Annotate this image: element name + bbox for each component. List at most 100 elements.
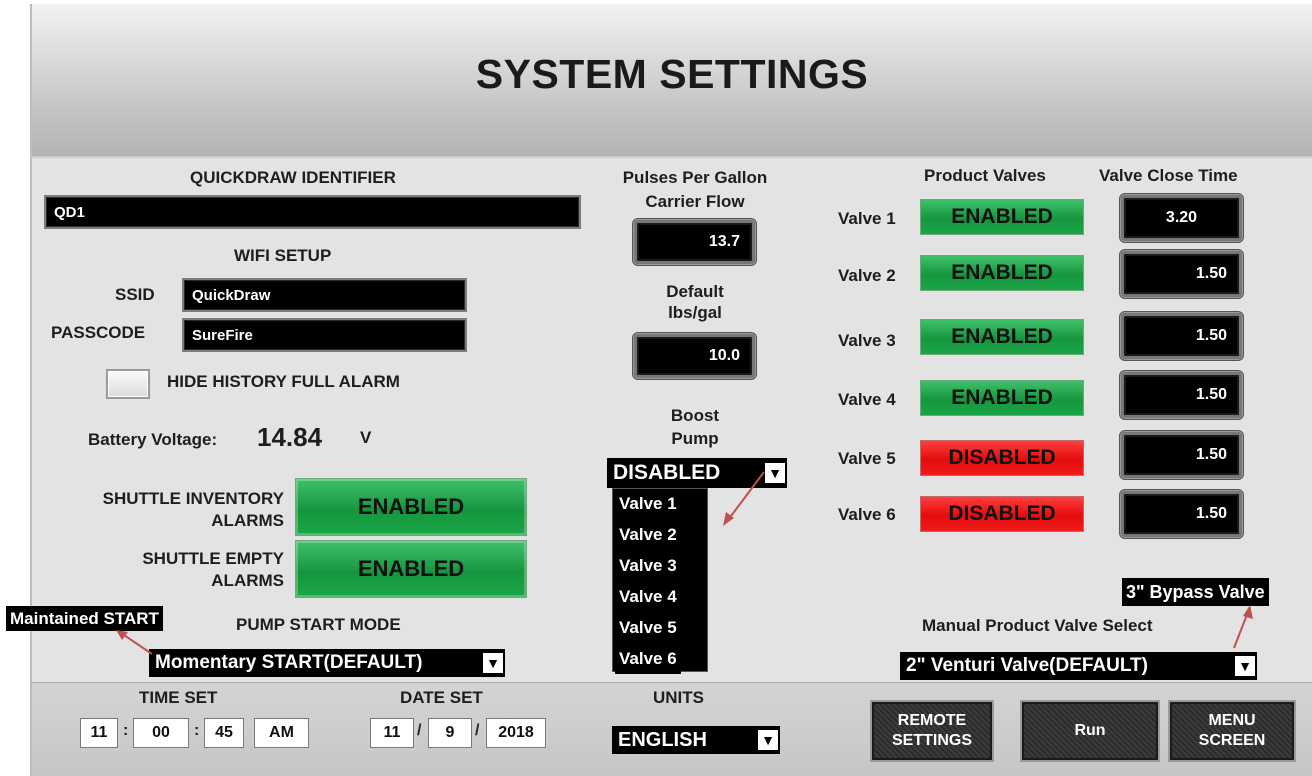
hmi-screen: SYSTEM SETTINGS QUICKDRAW IDENTIFIER QD1… (0, 0, 1312, 776)
manual-valve-label: Manual Product Valve Select (922, 616, 1153, 635)
boost-pump-selected: DISABLED (613, 461, 721, 484)
wifi-setup-label: WIFI SETUP (234, 246, 332, 265)
boost-pump-option[interactable]: Valve 1 (615, 489, 681, 519)
valve-2-label: Valve 2 (838, 266, 896, 285)
valve-5-label: Valve 5 (838, 449, 896, 468)
remote-settings-line2: SETTINGS (891, 732, 972, 749)
time-minute-field[interactable]: 00 (133, 718, 189, 748)
time-set-label: TIME SET (139, 688, 218, 707)
valve-3-label: Valve 3 (838, 331, 896, 350)
shuttle-inventory-label: SHUTTLE INVENTORY ALARMS (64, 488, 284, 532)
boost-pump-label-line2: Pump (671, 429, 719, 448)
title-bar: SYSTEM SETTINGS (30, 4, 1312, 156)
boost-pump-option[interactable]: Valve 3 (615, 551, 681, 581)
date-month-field[interactable]: 11 (370, 718, 414, 748)
identifier-label: QUICKDRAW IDENTIFIER (190, 168, 396, 187)
ssid-input[interactable]: QuickDraw (182, 278, 467, 312)
units-selected: ENGLISH (618, 728, 707, 751)
passcode-input[interactable]: SureFire (182, 318, 467, 352)
date-separator: / (417, 722, 422, 739)
chevron-down-icon[interactable]: ▼ (1235, 656, 1255, 676)
valve-6-toggle[interactable]: DISABLED (920, 496, 1084, 532)
date-year-field[interactable]: 2018 (486, 718, 546, 748)
density-label-line2: lbs/gal (668, 303, 722, 322)
chevron-down-icon[interactable]: ▼ (483, 653, 503, 673)
density-input[interactable]: 10.0 (633, 333, 756, 379)
valve-3-toggle[interactable]: ENABLED (920, 319, 1084, 355)
battery-label: Battery Voltage: (88, 430, 218, 449)
shuttle-inventory-label-line1: SHUTTLE INVENTORY (102, 489, 284, 508)
shuttle-empty-label-line1: SHUTTLE EMPTY (142, 549, 284, 568)
pulses-label-line2: Carrier Flow (645, 192, 745, 211)
red-arrow-icon (116, 630, 153, 655)
valve-5-close-time[interactable]: 1.50 (1120, 431, 1243, 479)
valve-1-toggle[interactable]: ENABLED (920, 199, 1084, 235)
chevron-down-icon[interactable]: ▼ (765, 463, 785, 483)
page-title: SYSTEM SETTINGS (475, 50, 869, 97)
shuttle-inventory-toggle[interactable]: ENABLED (295, 478, 527, 536)
boost-pump-options-list: Valve 1 Valve 2 Valve 3 Valve 4 Valve 5 … (612, 488, 708, 674)
passcode-label: PASSCODE (51, 323, 146, 342)
run-button[interactable]: Run (1020, 700, 1160, 762)
valve-close-time-header: Valve Close Time (1099, 166, 1238, 185)
manual-valve-dropdown[interactable]: 2" Venturi Valve(DEFAULT) ▼ (900, 652, 1257, 680)
density-label-line1: Default (666, 282, 724, 301)
time-separator: : (123, 722, 129, 739)
battery-value: 14.84 (257, 422, 323, 452)
valve-1-label: Valve 1 (838, 209, 896, 228)
hide-history-label: HIDE HISTORY FULL ALARM (167, 372, 400, 391)
boost-pump-option[interactable]: Valve 5 (615, 613, 681, 643)
valve-4-toggle[interactable]: ENABLED (920, 380, 1084, 416)
remote-settings-button[interactable]: REMOTE SETTINGS (870, 700, 994, 762)
shuttle-empty-label: SHUTTLE EMPTY ALARMS (64, 548, 284, 592)
date-day-field[interactable]: 9 (428, 718, 472, 748)
remote-settings-line1: REMOTE (897, 712, 967, 729)
valve-3-close-time[interactable]: 1.50 (1120, 312, 1243, 360)
date-set-label: DATE SET (400, 688, 483, 707)
run-button-label: Run (1074, 722, 1106, 739)
red-arrow-icon (1233, 605, 1253, 649)
pulses-input[interactable]: 13.7 (633, 219, 756, 265)
menu-screen-button[interactable]: MENU SCREEN (1168, 700, 1296, 762)
ssid-label: SSID (115, 285, 155, 304)
time-separator: : (194, 722, 200, 739)
chevron-down-icon[interactable]: ▼ (758, 730, 778, 750)
menu-screen-line2: SCREEN (1198, 732, 1266, 749)
boost-pump-option[interactable]: Valve 4 (615, 582, 681, 612)
boost-pump-label-line1: Boost (670, 406, 720, 425)
manual-valve-popup-option[interactable]: 3" Bypass Valve (1122, 578, 1269, 606)
valve-2-toggle[interactable]: ENABLED (920, 255, 1084, 291)
menu-screen-line1: MENU (1208, 712, 1256, 729)
time-second-field[interactable]: 45 (204, 718, 244, 748)
valve-4-label: Valve 4 (838, 390, 896, 409)
pulses-label: Pulses Per Gallon Carrier Flow (600, 166, 790, 214)
shuttle-inventory-label-line2: ALARMS (211, 511, 284, 530)
manual-valve-selected: 2" Venturi Valve(DEFAULT) (906, 655, 1148, 676)
identifier-input[interactable]: QD1 (44, 195, 581, 229)
valve-4-close-time[interactable]: 1.50 (1120, 371, 1243, 419)
pulses-label-line1: Pulses Per Gallon (622, 168, 768, 187)
units-dropdown[interactable]: ENGLISH ▼ (612, 726, 780, 754)
valve-1-close-time[interactable]: 3.20 (1120, 194, 1243, 242)
shuttle-empty-label-line2: ALARMS (211, 571, 284, 590)
valve-5-toggle[interactable]: DISABLED (920, 440, 1084, 476)
boost-pump-label: Boost Pump (620, 404, 770, 450)
valve-2-close-time[interactable]: 1.50 (1120, 250, 1243, 298)
time-hour-field[interactable]: 11 (80, 718, 118, 748)
density-label: Default lbs/gal (620, 281, 770, 323)
battery-unit: V (360, 428, 372, 447)
hide-history-checkbox[interactable] (106, 369, 150, 399)
pump-start-label: PUMP START MODE (236, 615, 401, 634)
date-separator: / (475, 722, 480, 739)
boost-pump-option[interactable]: Valve 2 (615, 520, 681, 550)
valve-6-close-time[interactable]: 1.50 (1120, 490, 1243, 538)
time-ampm-field[interactable]: AM (254, 718, 309, 748)
pump-start-selected: Momentary START(DEFAULT) (155, 652, 423, 673)
red-arrow-icon (723, 471, 765, 526)
boost-pump-option[interactable]: Valve 6 (615, 644, 681, 674)
product-valves-header: Product Valves (924, 166, 1046, 185)
valve-6-label: Valve 6 (838, 505, 896, 524)
pump-start-dropdown[interactable]: Momentary START(DEFAULT) ▼ (149, 649, 505, 677)
shuttle-empty-toggle[interactable]: ENABLED (295, 540, 527, 598)
units-label: UNITS (653, 688, 704, 707)
